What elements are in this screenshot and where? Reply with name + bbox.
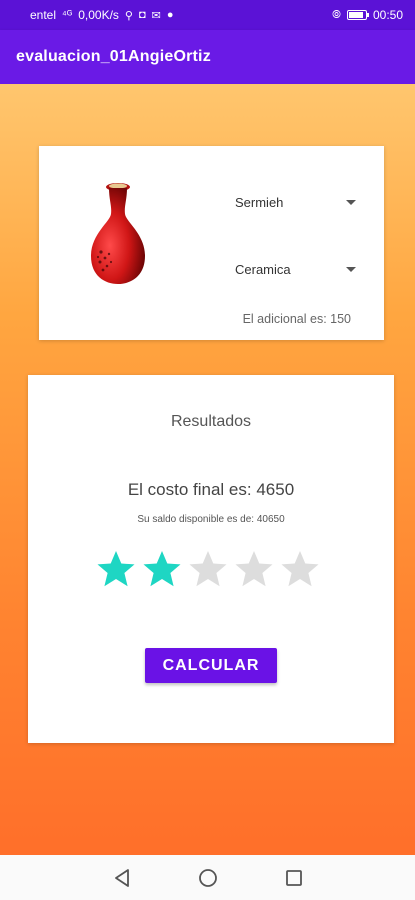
final-cost-label: El costo final es: 4650 <box>127 480 295 499</box>
navigation-bar <box>0 855 415 900</box>
rating-bar[interactable] <box>96 549 320 589</box>
main-content: Sermieh Ceramica El adicional es: 150 Re… <box>0 84 415 855</box>
network-type-label: ⁴ᴳ <box>62 9 73 21</box>
vase-dropdown-value: Sermieh <box>235 194 284 210</box>
results-card: Resultados El costo final es: 4650 Su sa… <box>28 375 394 743</box>
whatsapp-icon: ● <box>166 9 174 21</box>
vase-icon <box>91 183 145 284</box>
material-dropdown[interactable]: Ceramica <box>235 254 360 284</box>
material-dropdown-value: Ceramica <box>235 261 291 277</box>
network-speed-label: 0,00K/s <box>78 8 119 22</box>
vibrate-icon: ⦾ <box>332 8 341 21</box>
back-icon[interactable] <box>110 866 134 890</box>
chevron-down-icon <box>346 266 356 272</box>
message-icon: ✉ <box>151 9 161 22</box>
star-filled-icon[interactable] <box>96 549 136 589</box>
product-card: Sermieh Ceramica El adicional es: 150 <box>39 146 384 340</box>
battery-icon <box>346 10 369 20</box>
star-filled-icon[interactable] <box>142 549 182 589</box>
adicional-label: El adicional es: 150 <box>242 312 351 326</box>
star-empty-icon[interactable] <box>280 549 320 589</box>
clock-label: 00:50 <box>372 8 403 22</box>
chevron-down-icon <box>346 199 356 205</box>
recents-icon[interactable] <box>282 866 306 890</box>
status-bar: entel ⁴ᴳ 0,00K/s ⚲ ◘ ✉ ● ⦾ 00:50 <box>0 0 415 30</box>
calcular-button[interactable]: CALCULAR <box>145 648 277 683</box>
vase-dropdown[interactable]: Sermieh <box>235 187 360 217</box>
app-bar: evaluacion_01AngieOrtiz <box>0 30 415 84</box>
instagram-icon: ◘ <box>138 9 146 21</box>
app-title: evaluacion_01AngieOrtiz <box>16 48 211 65</box>
results-title: Resultados <box>170 413 252 430</box>
star-empty-icon[interactable] <box>188 549 228 589</box>
star-empty-icon[interactable] <box>234 549 274 589</box>
balance-label: Su saldo disponible es de: 40650 <box>137 514 285 525</box>
usb-icon: ⚲ <box>124 9 133 22</box>
carrier-label: entel <box>30 8 57 22</box>
home-icon[interactable] <box>196 866 220 890</box>
